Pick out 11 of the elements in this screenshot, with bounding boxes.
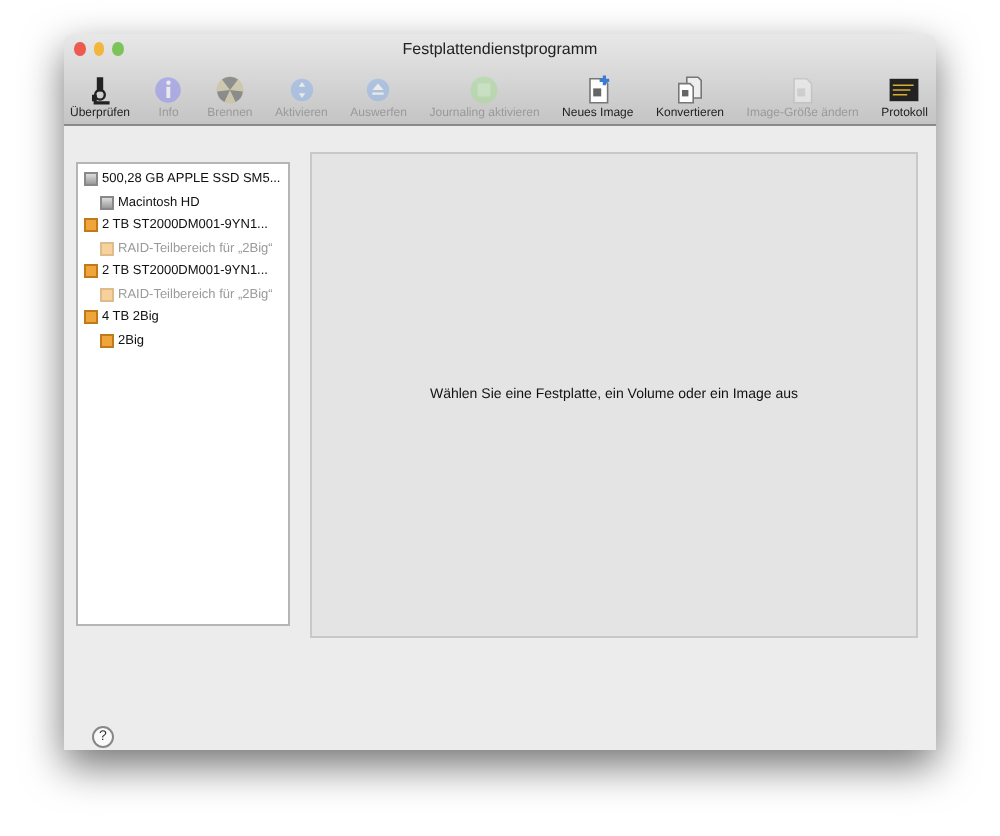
eject-icon: [362, 74, 395, 106]
radiation-icon: [213, 74, 246, 106]
zoom-button[interactable]: [112, 41, 125, 55]
documents-icon: [674, 74, 707, 106]
log-icon: [888, 74, 921, 106]
minimize-button[interactable]: [93, 41, 105, 55]
window-title: Festplattendienstprogramm: [402, 39, 600, 57]
mount-icon: [285, 74, 318, 106]
close-button[interactable]: [74, 41, 86, 55]
disk-icon: [468, 74, 501, 106]
info-icon: [152, 74, 185, 106]
